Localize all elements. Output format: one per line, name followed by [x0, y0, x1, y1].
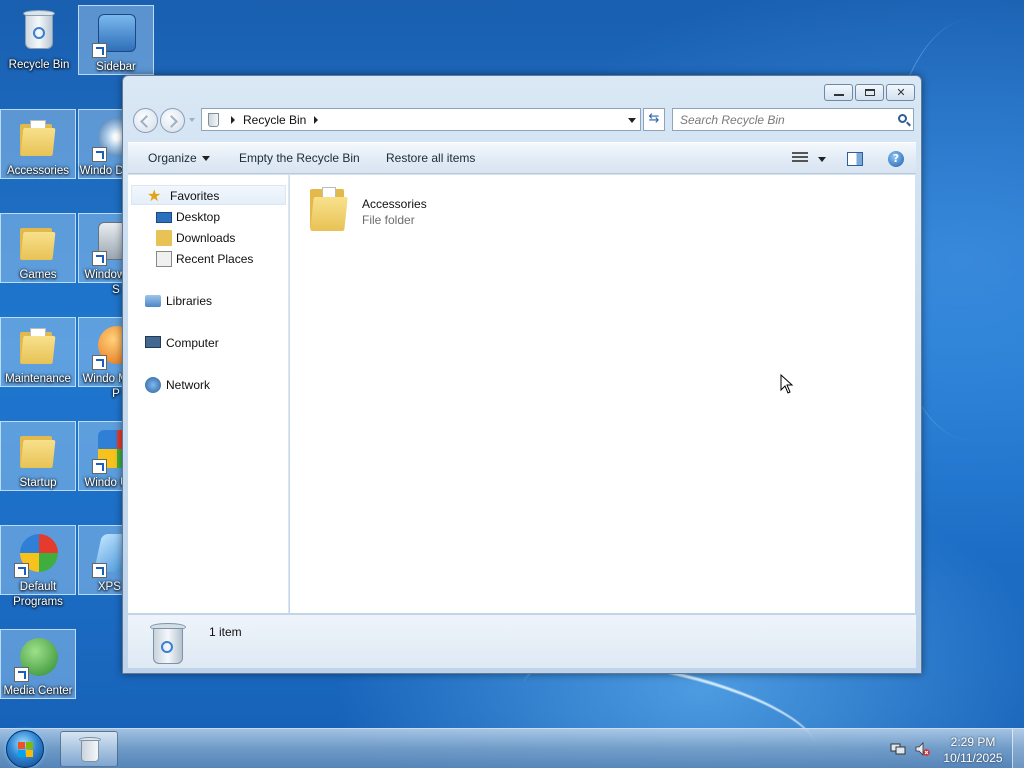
folder-icon [14, 426, 62, 474]
desktop-icon-label: Accessories [7, 165, 69, 177]
desktop-icon-label: Media Center [3, 685, 73, 697]
minimize-icon [834, 89, 844, 96]
chevron-down-icon [201, 156, 210, 162]
recycle-bin-icon [150, 621, 186, 665]
folder-icon [14, 218, 62, 266]
chevron-down-icon[interactable] [818, 157, 826, 162]
navigation-pane: ★ Favorites Desktop Downloads Recent Pla… [128, 175, 289, 613]
file-name: Accessories [362, 197, 427, 211]
recycle-bin-icon [15, 8, 63, 56]
folder-icon [14, 114, 62, 162]
refresh-icon: ⇆ [648, 111, 660, 126]
breadcrumb-recycle-bin[interactable]: Recycle Bin [243, 113, 306, 127]
navigation-row: Recycle Bin ⇆ [129, 106, 915, 134]
close-icon: ✕ [896, 86, 906, 99]
recent-places-icon [156, 251, 172, 267]
item-count: 1 item [209, 625, 242, 639]
search-box[interactable] [672, 108, 914, 131]
volume-muted-icon[interactable] [914, 741, 930, 757]
desktop-icon-recycle-bin[interactable]: Recycle Bin [1, 4, 77, 74]
nav-item-network[interactable]: Network [128, 375, 288, 395]
show-desktop-button[interactable] [1012, 729, 1024, 768]
network-icon[interactable] [890, 741, 906, 757]
change-view-icon[interactable] [792, 152, 808, 166]
desktop-icon-label: Default Programs [13, 581, 63, 608]
desktop-icon-label: Startup [19, 477, 57, 489]
desktop-icon-media-center[interactable]: Media Center [0, 629, 76, 699]
desktop-icon-sidebar[interactable]: Sidebar [78, 5, 154, 75]
desktop-icon-default-programs[interactable]: Default Programs [0, 525, 76, 608]
folder-icon [310, 183, 350, 233]
nav-item-label: Recent Places [176, 252, 254, 266]
taskbar: 2:29 PM 10/11/2025 [0, 728, 1024, 768]
nav-item-label: Downloads [176, 231, 236, 245]
downloads-folder-icon [156, 230, 172, 246]
star-icon: ★ [147, 186, 162, 205]
nav-item-libraries[interactable]: Libraries [128, 291, 288, 311]
help-icon[interactable]: ? [888, 151, 904, 167]
nav-item-label: Network [166, 378, 211, 392]
organize-button[interactable]: Organize [148, 151, 210, 165]
refresh-button[interactable]: ⇆ [643, 108, 665, 131]
address-dropdown-icon[interactable] [628, 118, 636, 123]
desktop-icon-games[interactable]: Games [0, 213, 76, 283]
folder-icon [14, 322, 62, 370]
nav-item-downloads[interactable]: Downloads [128, 228, 288, 248]
nav-item-label: Computer [166, 336, 219, 350]
desktop-icon-accessories[interactable]: Accessories [0, 109, 76, 179]
system-clock[interactable]: 2:29 PM 10/11/2025 [930, 734, 1016, 766]
nav-item-label: Desktop [176, 210, 221, 224]
desktop-icon-startup[interactable]: Startup [0, 421, 76, 491]
maximize-icon [865, 89, 875, 96]
recent-pages-dropdown[interactable] [189, 118, 195, 122]
list-item[interactable]: Accessories File folder [310, 183, 510, 233]
clock-date: 10/11/2025 [943, 751, 1003, 765]
mouse-cursor-icon [780, 374, 794, 394]
windows-logo-icon [18, 742, 34, 758]
search-input[interactable] [673, 109, 883, 130]
organize-label: Organize [148, 151, 197, 165]
maximize-button[interactable] [855, 84, 884, 101]
preview-pane-icon[interactable] [847, 152, 863, 166]
file-list[interactable]: Accessories File folder [290, 175, 915, 613]
nav-item-computer[interactable]: Computer [128, 333, 288, 353]
default-programs-icon [14, 530, 62, 578]
clock-time: 2:29 PM [950, 735, 996, 749]
desktop-icon-label: Maintenance [5, 373, 71, 385]
desktop-icon-label: Recycle Bin [8, 59, 70, 71]
nav-item-favorites[interactable]: ★ Favorites [131, 185, 286, 205]
restore-all-items-button[interactable]: Restore all items [386, 151, 475, 165]
desktop-icon-maintenance[interactable]: Maintenance [0, 317, 76, 387]
breadcrumb-arrow-icon[interactable] [231, 115, 235, 124]
empty-recycle-bin-button[interactable]: Empty the Recycle Bin [239, 151, 360, 165]
explorer-window[interactable]: ✕ Recycle Bin ⇆ Organize Empty the Recyc… [122, 75, 922, 674]
nav-item-label: Favorites [170, 189, 220, 203]
details-pane: 1 item [128, 614, 916, 668]
recycle-bin-icon [79, 737, 101, 763]
network-icon [145, 377, 161, 393]
close-button[interactable]: ✕ [886, 84, 915, 101]
command-bar: Organize Empty the Recycle Bin Restore a… [128, 142, 916, 174]
taskbar-button-recycle-bin[interactable] [60, 731, 118, 767]
computer-icon [145, 336, 161, 348]
nav-item-desktop[interactable]: Desktop [128, 207, 288, 227]
file-type: File folder [362, 213, 415, 227]
minimize-button[interactable] [824, 84, 853, 101]
caption-buttons: ✕ [824, 84, 915, 101]
libraries-icon [145, 295, 161, 307]
back-button[interactable] [133, 108, 158, 133]
nav-item-recent-places[interactable]: Recent Places [128, 249, 288, 269]
desktop-icon [156, 212, 172, 223]
media-center-icon [14, 634, 62, 682]
address-bar[interactable]: Recycle Bin [201, 108, 641, 131]
forward-button[interactable] [160, 108, 185, 133]
start-button[interactable] [6, 730, 44, 768]
recycle-bin-icon [205, 111, 223, 129]
search-icon[interactable] [898, 114, 907, 123]
nav-item-label: Libraries [166, 294, 213, 308]
desktop-icon-label: Sidebar [96, 61, 136, 73]
breadcrumb-arrow-icon[interactable] [314, 115, 319, 124]
sidebar-icon [92, 10, 140, 58]
desktop-icon-label: Games [19, 269, 57, 281]
